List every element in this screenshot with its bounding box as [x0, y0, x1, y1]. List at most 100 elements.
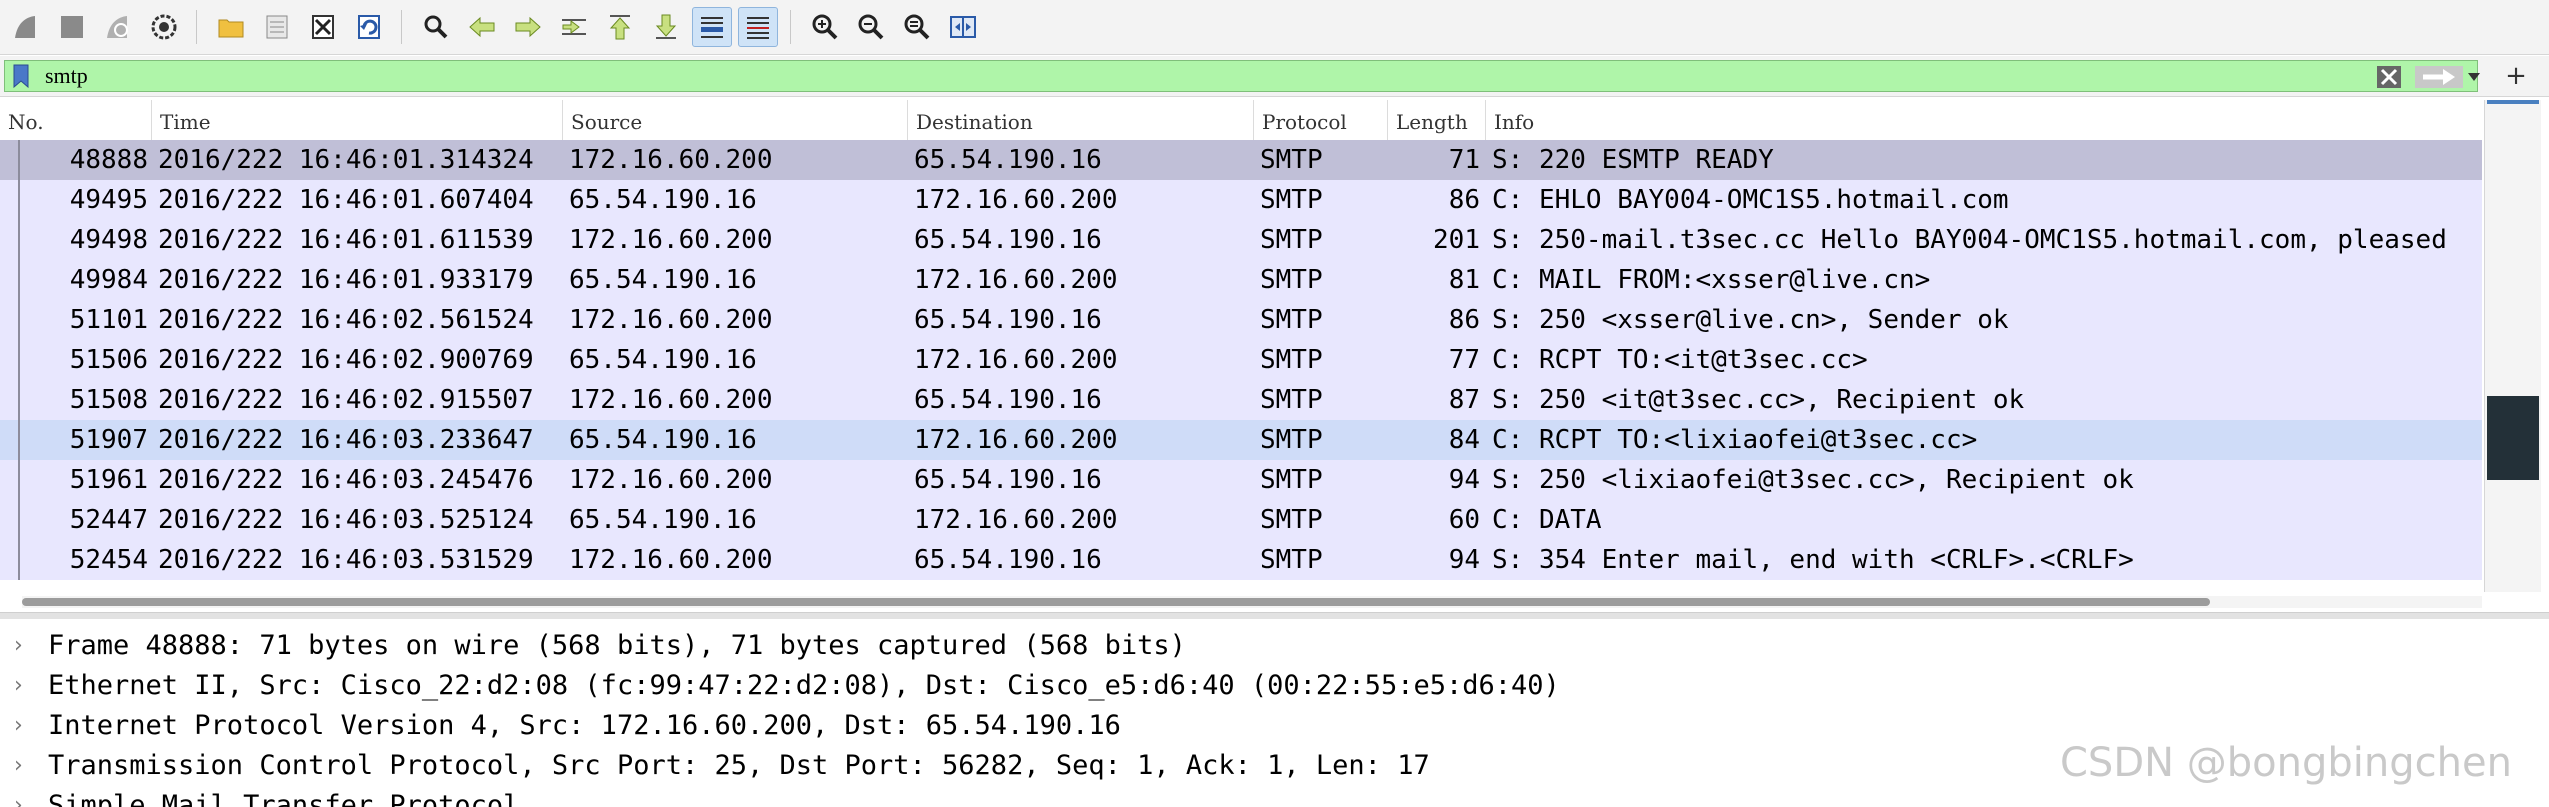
table-row[interactable]: 51508 2016/222 16:46:02.915507 172.16.60.2…: [0, 380, 2482, 420]
cell-destination: 172.16.60.200: [914, 505, 1118, 535]
go-back-button[interactable]: [462, 7, 502, 47]
zoom-in-button[interactable]: [805, 7, 845, 47]
zoom-out-button[interactable]: [851, 7, 891, 47]
cell-no: 51101: [69, 305, 148, 335]
reload-file-icon: [358, 15, 380, 39]
cell-destination: 172.16.60.200: [914, 265, 1118, 295]
start-capture-button[interactable]: [6, 7, 46, 47]
restart-capture-button[interactable]: [98, 7, 138, 47]
expand-arrow-icon[interactable]: ›: [14, 786, 23, 807]
cell-destination: 172.16.60.200: [914, 345, 1118, 375]
cell-length: 60: [1448, 505, 1480, 535]
save-file-icon: [266, 15, 288, 39]
close-file-button[interactable]: [303, 7, 343, 47]
column-header-destination[interactable]: Destination: [908, 100, 1254, 140]
go-forward-button[interactable]: [508, 7, 548, 47]
cell-length: 94: [1448, 465, 1480, 495]
go-to-packet-button[interactable]: [554, 7, 594, 47]
expand-arrow-icon[interactable]: ›: [14, 626, 23, 666]
display-filter-input[interactable]: [45, 63, 2345, 89]
column-header-source[interactable]: Source: [563, 100, 908, 140]
start-capture-icon: [15, 16, 35, 38]
cell-source: 172.16.60.200: [569, 385, 773, 415]
tree-item-frame[interactable]: › Frame 48888: 71 bytes on wire (568 bit…: [0, 626, 2549, 666]
first-packet-button[interactable]: [600, 7, 640, 47]
packet-list-vertical-scrollbar[interactable]: [2484, 100, 2541, 592]
cell-no: 49984: [69, 265, 148, 295]
expand-arrow-icon[interactable]: ›: [14, 666, 23, 706]
cell-destination: 65.54.190.16: [914, 385, 1102, 415]
table-row[interactable]: 49984 2016/222 16:46:01.933179 65.54.190.1…: [0, 260, 2482, 300]
cell-source: 172.16.60.200: [569, 225, 773, 255]
cell-time: 2016/222 16:46:02.915507: [158, 385, 534, 415]
cell-info: C: RCPT TO:<lixiaofei@t3sec.cc>: [1492, 425, 1978, 455]
table-row[interactable]: 48888 2016/222 16:46:01.314324 172.16.60.2…: [0, 140, 2482, 180]
cell-info: S: 250 <it@t3sec.cc>, Recipient ok: [1492, 385, 2025, 415]
cell-source: 172.16.60.200: [569, 545, 773, 575]
cell-time: 2016/222 16:46:01.314324: [158, 145, 534, 175]
cell-time: 2016/222 16:46:03.531529: [158, 545, 534, 575]
scrollbar-thumb[interactable]: [22, 598, 2210, 606]
capture-options-button[interactable]: [144, 7, 184, 47]
column-header-protocol[interactable]: Protocol: [1254, 100, 1388, 140]
bookmark-icon[interactable]: [13, 64, 29, 88]
tree-item-ethernet[interactable]: › Ethernet II, Src: Cisco_22:d2:08 (fc:9…: [0, 666, 2549, 706]
reload-file-button[interactable]: [349, 7, 389, 47]
colorize-button[interactable]: [738, 7, 778, 47]
cell-time: 2016/222 16:46:03.245476: [158, 465, 534, 495]
cell-time: 2016/222 16:46:01.611539: [158, 225, 534, 255]
stop-capture-icon: [61, 16, 83, 38]
resize-columns-button[interactable]: [943, 7, 983, 47]
cell-destination: 172.16.60.200: [914, 185, 1118, 215]
cell-time: 2016/222 16:46:01.607404: [158, 185, 534, 215]
expand-arrow-icon[interactable]: ›: [14, 706, 23, 746]
table-row[interactable]: 52447 2016/222 16:46:03.525124 65.54.190.1…: [0, 500, 2482, 540]
filter-history-dropdown-icon[interactable]: [2467, 71, 2481, 83]
column-header-time[interactable]: Time: [152, 100, 563, 140]
cell-info: C: RCPT TO:<it@t3sec.cc>: [1492, 345, 1868, 375]
packet-list-horizontal-scrollbar[interactable]: [22, 596, 2482, 608]
pane-splitter[interactable]: [0, 612, 2549, 619]
open-file-button[interactable]: [211, 7, 251, 47]
save-file-button[interactable]: [257, 7, 297, 47]
scrollbar-thumb[interactable]: [2487, 396, 2539, 480]
table-row[interactable]: 51961 2016/222 16:46:03.245476 172.16.60.2…: [0, 460, 2482, 500]
tree-item-label: Transmission Control Protocol, Src Port:…: [48, 750, 1430, 781]
tree-item-label: Ethernet II, Src: Cisco_22:d2:08 (fc:99:…: [48, 670, 1560, 701]
table-row[interactable]: 49498 2016/222 16:46:01.611539 172.16.60.2…: [0, 220, 2482, 260]
autoscroll-icon: [701, 17, 723, 38]
column-header-length[interactable]: Length: [1388, 100, 1486, 140]
scrollbar-top-marker: [2487, 100, 2539, 104]
table-row[interactable]: 51101 2016/222 16:46:02.561524 172.16.60.2…: [0, 300, 2482, 340]
display-filter-field: [4, 60, 2481, 92]
last-packet-button[interactable]: [646, 7, 686, 47]
cell-info: C: DATA: [1492, 505, 1602, 535]
cell-no: 48888: [69, 145, 148, 175]
cell-time: 2016/222 16:46:03.525124: [158, 505, 534, 535]
watermark: CSDN @bongbingchen: [2060, 740, 2512, 786]
packet-list-rows: 48888 2016/222 16:46:01.314324 172.16.60.2…: [0, 140, 2482, 590]
table-row[interactable]: 51907 2016/222 16:46:03.233647 65.54.190.1…: [0, 420, 2482, 460]
cell-source: 65.54.190.16: [569, 265, 757, 295]
open-file-icon: [218, 19, 244, 38]
column-header-no[interactable]: No.: [0, 100, 152, 140]
expand-arrow-icon[interactable]: ›: [14, 746, 23, 786]
find-packet-button[interactable]: [416, 7, 456, 47]
cell-destination: 65.54.190.16: [914, 145, 1102, 175]
autoscroll-button[interactable]: [692, 7, 732, 47]
cell-protocol: SMTP: [1260, 505, 1323, 535]
table-row[interactable]: 51506 2016/222 16:46:02.900769 65.54.190.1…: [0, 340, 2482, 380]
cell-protocol: SMTP: [1260, 145, 1323, 175]
table-row[interactable]: 49495 2016/222 16:46:01.607404 65.54.190.1…: [0, 180, 2482, 220]
cell-protocol: SMTP: [1260, 425, 1323, 455]
column-header-info[interactable]: Info: [1486, 100, 2482, 140]
table-row[interactable]: 52454 2016/222 16:46:03.531529 172.16.60.2…: [0, 540, 2482, 580]
cell-protocol: SMTP: [1260, 265, 1323, 295]
clear-filter-icon[interactable]: [2377, 66, 2401, 88]
cell-protocol: SMTP: [1260, 545, 1323, 575]
stop-capture-button[interactable]: [52, 7, 92, 47]
cell-destination: 65.54.190.16: [914, 225, 1102, 255]
apply-filter-icon[interactable]: [2415, 66, 2463, 88]
zoom-reset-button[interactable]: [897, 7, 937, 47]
add-filter-button[interactable]: +: [2500, 60, 2532, 92]
